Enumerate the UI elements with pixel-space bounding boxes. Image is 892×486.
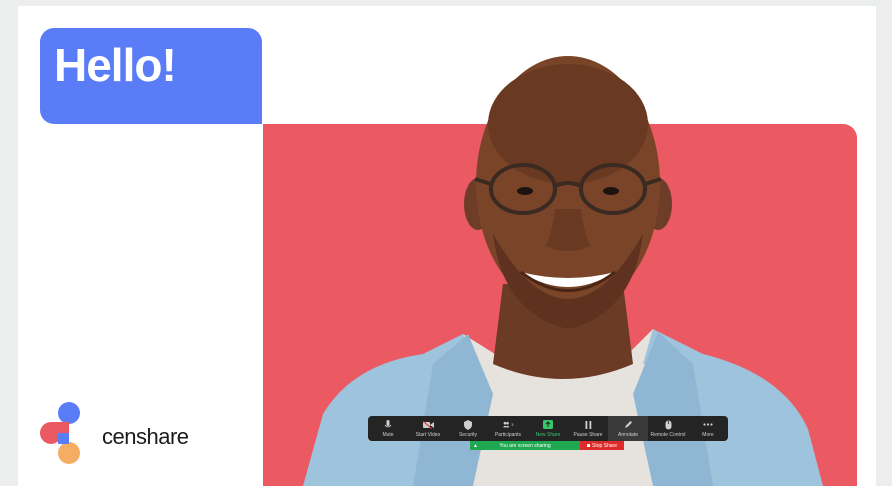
screen-sharing-bar: ▲ You are screen sharing Stop Share bbox=[470, 441, 624, 450]
microphone-icon bbox=[383, 419, 394, 430]
start-video-button[interactable]: Start Video bbox=[408, 416, 448, 441]
sharing-status[interactable]: ▲ You are screen sharing bbox=[470, 441, 580, 450]
new-share-button[interactable]: New Share bbox=[528, 416, 568, 441]
mute-button[interactable]: Mute bbox=[368, 416, 408, 441]
pause-icon bbox=[583, 420, 594, 430]
more-button[interactable]: More bbox=[688, 416, 728, 441]
greeting-text: Hello! bbox=[54, 39, 177, 91]
share-screen-icon bbox=[543, 420, 554, 430]
video-camera-icon bbox=[422, 420, 434, 430]
participants-icon: 3 bbox=[502, 420, 514, 430]
more-icon bbox=[703, 420, 714, 430]
signal-icon: ▲ bbox=[473, 442, 478, 449]
annotate-button[interactable]: Annotate bbox=[608, 416, 648, 441]
stop-share-button[interactable]: Stop Share bbox=[580, 441, 624, 450]
censhare-logo-mark bbox=[40, 402, 80, 464]
mouse-icon bbox=[663, 420, 674, 430]
shield-icon bbox=[463, 419, 474, 430]
censhare-logo: censhare bbox=[38, 400, 198, 470]
brand-name: censhare bbox=[102, 424, 189, 449]
presentation-slide: Hello! censhare bbox=[18, 6, 876, 486]
stop-icon bbox=[586, 444, 590, 447]
pencil-icon bbox=[623, 420, 634, 430]
remote-control-button[interactable]: Remote Control bbox=[648, 416, 688, 441]
security-button[interactable]: Security bbox=[448, 416, 488, 441]
participants-button[interactable]: 3 Participants bbox=[488, 416, 528, 441]
meeting-toolbar: Mute Start Video Security 3 Participants… bbox=[368, 416, 728, 441]
greeting-banner: Hello! bbox=[40, 28, 262, 124]
pause-share-button[interactable]: Pause Share bbox=[568, 416, 608, 441]
participant-count: 3 bbox=[511, 421, 514, 427]
